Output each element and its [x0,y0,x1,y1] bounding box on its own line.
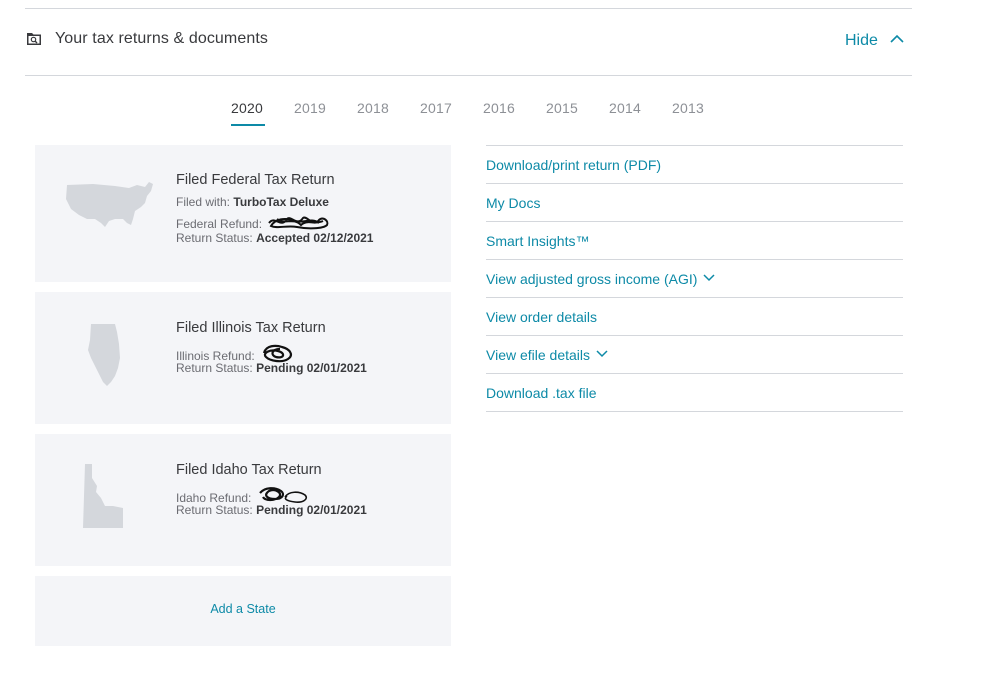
federal-status-value: Accepted 02/12/2021 [256,231,374,245]
tab-2014[interactable]: 2014 [609,100,641,116]
idaho-map-icon [83,464,123,528]
illinois-return-card: Filed Illinois Tax Return Illinois Refun… [35,292,451,424]
illinois-status-label: Return Status: [176,361,253,375]
section-title: Your tax returns & documents [55,30,268,47]
federal-status-label: Return Status: [176,231,253,245]
tab-2016[interactable]: 2016 [483,100,515,116]
action-label: Smart Insights™ [486,233,590,249]
tab-2017[interactable]: 2017 [420,100,452,116]
idaho-refund: Idaho Refund: [176,485,309,505]
redacted-scribble [268,216,329,230]
illinois-status: Return Status: Pending 02/01/2021 [176,361,367,375]
folder-search-icon [27,33,41,45]
chevron-down-icon [703,274,715,282]
usa-map-icon [66,182,153,227]
view-order-details-link[interactable]: View order details [486,298,903,336]
tab-2019[interactable]: 2019 [294,100,326,116]
chevron-up-icon [890,34,904,43]
tab-2018[interactable]: 2018 [357,100,389,116]
illinois-status-value: Pending 02/01/2021 [256,361,367,375]
hide-label: Hide [845,32,878,49]
federal-filed-with: Filed with: TurboTax Deluxe [176,195,329,209]
action-label: Download .tax file [486,385,597,401]
federal-refund: Federal Refund: [176,213,331,231]
filed-with-value: TurboTax Deluxe [233,195,329,209]
year-tabs: 2020 2019 2018 2017 2016 2015 2014 2013 [0,96,999,130]
idaho-status: Return Status: Pending 02/01/2021 [176,503,367,517]
view-efile-details-toggle[interactable]: View efile details [486,336,903,374]
idaho-status-label: Return Status: [176,503,253,517]
action-label: View adjusted gross income (AGI) [486,271,698,287]
illinois-map-icon [88,324,120,386]
redacted-scribble [258,487,307,503]
tab-2015[interactable]: 2015 [546,100,578,116]
download-print-pdf-link[interactable]: Download/print return (PDF) [486,146,903,184]
tab-2013[interactable]: 2013 [672,100,704,116]
smart-insights-link[interactable]: Smart Insights™ [486,222,903,260]
section-header: Your tax returns & documents Hide [25,9,912,76]
idaho-return-card: Filed Idaho Tax Return Idaho Refund: Ret… [35,434,451,566]
action-label: View order details [486,309,598,325]
idaho-status-value: Pending 02/01/2021 [256,503,367,517]
illinois-refund: Illinois Refund: [176,343,296,363]
federal-return-card: Filed Federal Tax Return Filed with: Tur… [35,145,451,282]
federal-status: Return Status: Accepted 02/12/2021 [176,231,373,245]
federal-refund-label: Federal Refund: [176,217,263,231]
action-label: My Docs [486,195,541,211]
my-docs-link[interactable]: My Docs [486,184,903,222]
hide-toggle-button[interactable]: Hide [840,29,912,53]
chevron-down-icon [596,350,608,358]
download-tax-file-link[interactable]: Download .tax file [486,374,903,412]
action-label-wrap: View adjusted gross income (AGI) [486,271,715,287]
idaho-return-title: Filed Idaho Tax Return [176,462,322,478]
add-state-link[interactable]: Add a State [35,602,451,616]
view-agi-toggle[interactable]: View adjusted gross income (AGI) [486,260,903,298]
tab-2020[interactable]: 2020 [231,100,263,116]
redacted-scribble [262,344,293,363]
filed-with-label: Filed with: [176,195,231,209]
illinois-return-title: Filed Illinois Tax Return [176,320,326,336]
action-label-wrap: View efile details [486,347,608,363]
action-label: View efile details [486,347,591,363]
federal-return-title: Filed Federal Tax Return [176,172,335,188]
active-tab-indicator [231,124,265,126]
add-state-card: Add a State [35,576,451,646]
action-label: Download/print return (PDF) [486,157,662,173]
actions-list: Download/print return (PDF) My Docs Smar… [486,145,903,412]
